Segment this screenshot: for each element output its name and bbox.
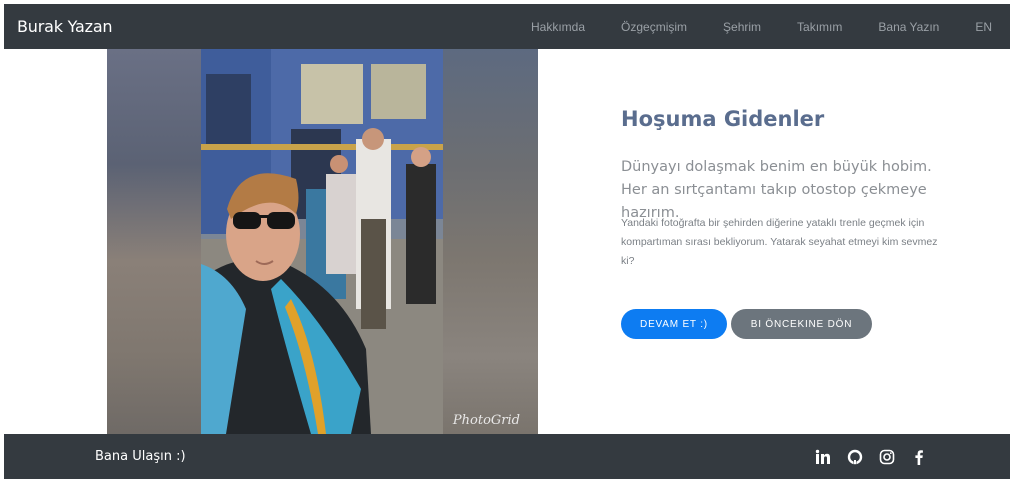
nav-link-language[interactable]: EN — [975, 20, 992, 34]
section-heading: Hoşuma Gidenler — [621, 107, 825, 131]
nav-link-resume[interactable]: Özgeçmişim — [621, 20, 687, 34]
photo-watermark: PhotoGrid — [452, 413, 520, 428]
navbar: Burak Yazan Hakkımda Özgeçmişim Şehrim T… — [4, 4, 1010, 49]
photo-blur-right — [443, 49, 538, 434]
github-icon[interactable] — [847, 449, 863, 465]
travel-photo — [201, 49, 443, 434]
social-links — [815, 434, 943, 479]
instagram-icon[interactable] — [879, 449, 895, 465]
nav-link-contact[interactable]: Bana Yazın — [878, 20, 939, 34]
previous-button[interactable]: BI ÖNCEKINE DÖN — [731, 309, 872, 339]
facebook-icon[interactable] — [911, 449, 927, 465]
linkedin-icon[interactable] — [815, 449, 831, 465]
photo-blur-left — [107, 49, 201, 434]
hero-photo: PhotoGrid — [107, 49, 538, 434]
brand-logo[interactable]: Burak Yazan — [17, 17, 113, 36]
nav-links: Hakkımda Özgeçmişim Şehrim Takımım Bana … — [531, 4, 992, 49]
footer-contact-text: Bana Ulaşın :) — [95, 449, 186, 464]
footer: Bana Ulaşın :) — [4, 434, 1010, 479]
nav-link-team[interactable]: Takımım — [797, 20, 842, 34]
nav-link-city[interactable]: Şehrim — [723, 20, 761, 34]
nav-link-about[interactable]: Hakkımda — [531, 20, 585, 34]
description-text: Yandaki fotoğrafta bir şehirden diğerine… — [621, 217, 938, 267]
continue-button[interactable]: DEVAM ET :) — [621, 309, 727, 339]
